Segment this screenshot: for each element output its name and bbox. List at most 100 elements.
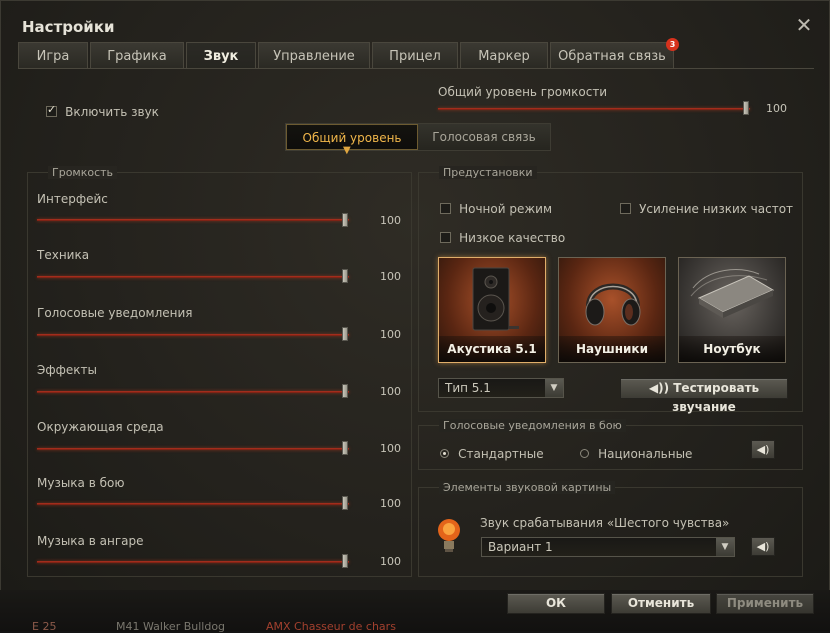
laptop-icon	[690, 269, 775, 318]
bass-boost-label: Усиление низких частот	[639, 202, 794, 216]
voice-notifications-value: 100	[380, 328, 401, 341]
sixth-sense-preview-button[interactable]: ◀)	[751, 537, 775, 556]
vehicle-value: 100	[380, 270, 401, 283]
interface-slider-thumb[interactable]	[342, 213, 348, 227]
garage-music-slider[interactable]	[37, 557, 349, 567]
voice-notifications-slider[interactable]	[37, 330, 349, 340]
tab-bar: Игра Графика Звук Управление Прицел Марк…	[18, 38, 679, 69]
battle-music-value: 100	[380, 497, 401, 510]
presets-group-label: Предустановки	[439, 166, 537, 179]
chevron-down-icon: ▼	[545, 379, 563, 397]
effects-slider-thumb[interactable]	[342, 384, 348, 398]
speaker-icon: ◀))	[648, 381, 670, 395]
lightbulb-icon	[438, 519, 460, 552]
interface-value: 100	[380, 214, 401, 227]
low-quality-label: Низкое качество	[459, 231, 566, 245]
mode-switch: Общий уровень Голосовая связь	[285, 123, 551, 151]
background-text-right: AMX Chasseur de chars	[266, 620, 396, 633]
notification-badge: 3	[666, 38, 679, 51]
tab-game[interactable]: Игра	[18, 42, 88, 69]
garage-music-slider-thumb[interactable]	[342, 554, 348, 568]
enable-sound-label: Включить звук	[65, 105, 159, 119]
enable-sound-row[interactable]: Включить звук	[46, 101, 159, 120]
preset-card-laptop[interactable]: Ноутбук	[678, 257, 786, 363]
voice-notifications-group-label: Голосовые уведомления в бою	[439, 419, 626, 432]
enable-sound-checkbox[interactable]	[46, 103, 57, 117]
effects-slider[interactable]	[37, 387, 349, 397]
tab-feedback[interactable]: Обратная связь 3	[550, 38, 679, 69]
vehicle-slider-thumb[interactable]	[342, 269, 348, 283]
tab-controls[interactable]: Управление	[258, 42, 370, 69]
window-title: Настройки	[22, 18, 115, 36]
vehicle-slider[interactable]	[37, 272, 349, 282]
preset-card-headphones-label: Наушники	[559, 336, 665, 362]
master-volume-label: Общий уровень громкости	[438, 85, 608, 99]
slider-label-battle-music: Музыка в бою	[37, 476, 125, 490]
tab-feedback-label: Обратная связь	[558, 49, 666, 64]
slider-label-vehicle: Техника	[37, 248, 90, 262]
master-volume-slider[interactable]	[438, 104, 750, 114]
close-icon[interactable]: ✕	[793, 14, 815, 36]
voice-national-option[interactable]: Национальные	[580, 443, 692, 462]
voice-standard-option[interactable]: Стандартные	[440, 443, 544, 462]
tab-graphics[interactable]: Графика	[90, 42, 184, 69]
tab-sight[interactable]: Прицел	[372, 42, 458, 69]
tab-marker[interactable]: Маркер	[460, 42, 548, 69]
night-mode-checkbox[interactable]	[440, 203, 451, 214]
sixth-sense-label: Звук срабатывания «Шестого чувства»	[480, 516, 730, 530]
mode-general-button[interactable]: Общий уровень	[286, 124, 418, 150]
voice-national-label: Национальные	[598, 447, 693, 461]
low-quality-checkbox[interactable]	[440, 232, 451, 243]
master-volume-thumb[interactable]	[743, 101, 749, 115]
preset-card-laptop-label: Ноутбук	[679, 336, 785, 362]
sound-elements-group-label: Элементы звуковой картины	[439, 481, 616, 494]
apply-button[interactable]: Применить	[716, 593, 814, 614]
night-mode-label: Ночной режим	[459, 202, 553, 216]
volume-group-label: Громкость	[48, 166, 118, 179]
slider-label-interface: Интерфейс	[37, 192, 108, 206]
slider-label-voice: Голосовые уведомления	[37, 306, 193, 320]
ambient-slider-thumb[interactable]	[342, 441, 348, 455]
background-text-mid: M41 Walker Bulldog	[116, 620, 226, 633]
battle-music-slider-thumb[interactable]	[342, 496, 348, 510]
slider-label-garage-music: Музыка в ангаре	[37, 534, 144, 548]
headphones-icon	[585, 283, 641, 326]
master-volume-value: 100	[766, 102, 787, 115]
voice-standard-label: Стандартные	[458, 447, 544, 461]
slider-label-effects: Эффекты	[37, 363, 97, 377]
voice-national-radio[interactable]	[580, 449, 589, 458]
voice-standard-radio[interactable]	[440, 449, 449, 458]
ambient-slider[interactable]	[37, 444, 349, 454]
chevron-down-icon: ▼	[716, 538, 734, 556]
voice-preview-button[interactable]: ◀)	[751, 440, 775, 459]
battle-music-slider[interactable]	[37, 499, 349, 509]
tab-sound[interactable]: Звук	[186, 42, 256, 69]
voice-notifications-slider-thumb[interactable]	[342, 327, 348, 341]
mode-voice-chat-button[interactable]: Голосовая связь	[418, 124, 550, 150]
chevron-down-icon: ▼	[343, 145, 351, 156]
cancel-button[interactable]: Отменить	[611, 593, 711, 614]
garage-music-value: 100	[380, 555, 401, 568]
sixth-sense-select[interactable]: Вариант 1 ▼	[481, 537, 735, 557]
preset-card-headphones[interactable]: Наушники	[558, 257, 666, 363]
bass-boost-checkbox[interactable]	[620, 203, 631, 214]
test-sound-button[interactable]: ◀)) Тестировать звучание	[620, 378, 788, 414]
ambient-value: 100	[380, 442, 401, 455]
preset-card-acoustics-label: Акустика 5.1	[439, 336, 545, 362]
speaker-icon: ◀)	[756, 540, 770, 553]
preset-card-acoustics[interactable]: Акустика 5.1	[438, 257, 546, 363]
low-quality-row[interactable]: Низкое качество	[440, 227, 565, 246]
speaker-type-select[interactable]: Тип 5.1 ▼	[438, 378, 564, 398]
sixth-sense-value: Вариант 1	[488, 540, 553, 554]
bass-boost-row[interactable]: Усиление низких частот	[620, 198, 793, 217]
sound-elements-group	[418, 487, 803, 577]
tab-divider	[18, 68, 814, 69]
ok-button[interactable]: ОК	[507, 593, 605, 614]
effects-value: 100	[380, 385, 401, 398]
night-mode-row[interactable]: Ночной режим	[440, 198, 552, 217]
speaker-icon: ◀)	[756, 443, 770, 456]
speaker-icon	[472, 267, 519, 331]
slider-label-ambient: Окружающая среда	[37, 420, 164, 434]
speaker-type-value: Тип 5.1	[445, 381, 491, 395]
interface-slider[interactable]	[37, 215, 349, 225]
